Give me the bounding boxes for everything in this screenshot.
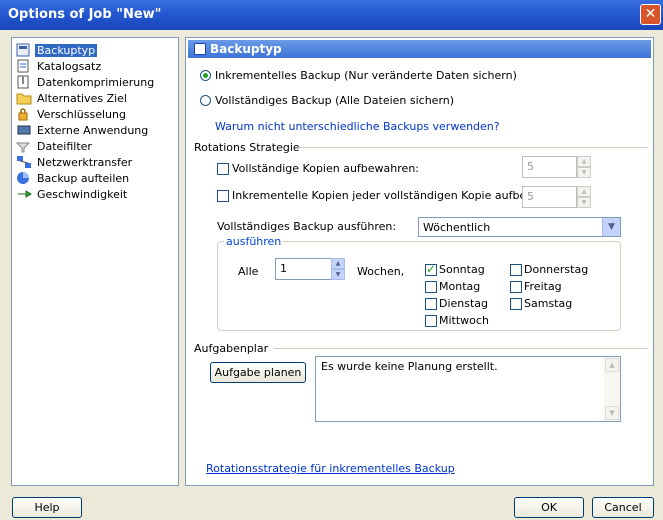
keep-full-input[interactable]: 5 <box>522 156 577 178</box>
scheduler-separator <box>274 348 648 349</box>
tree-item-externe-anwendung[interactable]: Externe Anwendung <box>16 122 150 138</box>
tree-item-label: Alternatives Ziel <box>37 91 127 105</box>
keep-incremental-label: Inkrementelle Kopien jeder vollständigen… <box>232 189 571 202</box>
panel-title: Backuptyp <box>210 42 282 56</box>
tree-item-label: Dateifilter <box>37 139 92 153</box>
network-icon <box>16 155 32 169</box>
tree-item-label: Verschlüsselung <box>37 107 126 121</box>
keep-incremental-stepper[interactable]: ▲ ▼ <box>577 186 591 208</box>
tree-item-katalogsatz[interactable]: Katalogsatz <box>16 58 103 74</box>
rotation-separator <box>298 147 648 148</box>
saturday-label: Samstag <box>524 297 573 310</box>
every-stepper[interactable]: ▲ ▼ <box>331 258 345 280</box>
execute-group: ausführen Alle 1 ▲▼ Wochen, Sonntag Mont… <box>217 235 621 331</box>
keep-incremental-input[interactable]: 5 <box>522 186 577 208</box>
rotation-strategy-title: Rotations Strategie <box>194 141 300 154</box>
compression-icon <box>16 75 32 89</box>
keep-full-stepper[interactable]: ▲ ▼ <box>577 156 591 178</box>
options-dialog: Options of Job "New" ✕ Backuptyp Katalog… <box>0 0 663 520</box>
external-app-icon <box>16 123 32 137</box>
options-tree: Backuptyp Katalogsatz Datenkomprimierung… <box>11 37 179 486</box>
close-icon[interactable]: ✕ <box>640 4 661 25</box>
window-title: Options of Job "New" <box>8 7 162 22</box>
split-icon <box>16 171 32 185</box>
rotation-strategy-link[interactable]: Rotationsstrategie für inkrementelles Ba… <box>206 462 455 475</box>
every-input[interactable]: 1 <box>275 258 332 280</box>
monday-checkbox[interactable] <box>425 281 437 293</box>
tree-item-backuptyp[interactable]: Backuptyp <box>16 42 98 58</box>
cancel-button[interactable]: Cancel <box>592 497 654 518</box>
folder-icon <box>16 91 32 105</box>
radio-incremental-label: Inkrementelles Backup (Nur veränderte Da… <box>215 69 517 82</box>
backup-type-icon <box>194 43 206 55</box>
schedule-info-textarea[interactable]: Es wurde keine Planung erstellt. ▲ ▼ <box>315 356 621 422</box>
weeks-label: Wochen, <box>357 265 405 278</box>
keep-full-checkbox[interactable] <box>217 163 229 175</box>
tree-item-label: Geschwindigkeit <box>37 187 128 201</box>
title-bar: Options of Job "New" ✕ <box>0 0 663 30</box>
tree-item-label: Externe Anwendung <box>37 123 149 137</box>
why-link[interactable]: Warum nicht unterschiedliche Backups ver… <box>215 120 500 133</box>
friday-checkbox[interactable] <box>510 281 522 293</box>
wednesday-checkbox[interactable] <box>425 315 437 327</box>
schedule-info-scrollbar[interactable]: ▲ ▼ <box>604 357 620 421</box>
tree-item-datenkomprimierung[interactable]: Datenkomprimierung <box>16 74 156 90</box>
run-full-select[interactable]: Wöchentlich ▼ <box>418 217 621 237</box>
radio-full-label: Vollständiges Backup (Alle Dateien siche… <box>215 94 455 107</box>
keep-incremental-checkbox[interactable] <box>217 190 229 202</box>
backup-type-icon <box>16 43 32 57</box>
schedule-info-text: Es wurde keine Planung erstellt. <box>321 360 498 373</box>
tree-item-dateifilter[interactable]: Dateifilter <box>15 138 94 154</box>
scroll-down-icon[interactable]: ▼ <box>605 406 619 420</box>
every-label: Alle <box>238 265 259 278</box>
chevron-down-icon[interactable]: ▼ <box>602 218 620 236</box>
tree-item-verschluesselung[interactable]: Verschlüsselung <box>16 106 128 122</box>
keep-full-label: Vollständige Kopien aufbewahren: <box>232 162 419 175</box>
wednesday-label: Mittwoch <box>439 314 489 327</box>
execute-legend: ausführen <box>224 235 284 248</box>
radio-full[interactable] <box>200 95 211 106</box>
tuesday-label: Dienstag <box>439 297 489 310</box>
tree-item-label: Netzwerktransfer <box>37 155 133 169</box>
thursday-checkbox[interactable] <box>510 264 522 276</box>
panel-header: Backuptyp <box>188 40 651 58</box>
sunday-label: Sonntag <box>439 263 485 276</box>
tree-item-geschwindigkeit[interactable]: Geschwindigkeit <box>16 186 129 202</box>
tuesday-checkbox[interactable] <box>425 298 437 310</box>
tree-item-label: Backuptyp <box>35 43 98 57</box>
thursday-label: Donnerstag <box>524 263 589 276</box>
run-full-select-value: Wöchentlich <box>423 221 491 234</box>
monday-label: Montag <box>439 280 481 293</box>
speed-icon <box>16 187 32 201</box>
catalog-icon <box>16 59 32 73</box>
backup-type-panel: Backuptyp Inkrementelles Backup (Nur ver… <box>185 37 654 486</box>
run-full-label: Vollständiges Backup ausführen: <box>217 220 397 233</box>
scheduler-title: Aufgabenplar <box>194 342 269 355</box>
radio-incremental[interactable] <box>200 70 211 81</box>
friday-label: Freitag <box>524 280 562 293</box>
tree-item-netzwerktransfer[interactable]: Netzwerktransfer <box>16 154 134 170</box>
tree-item-backup-aufteilen[interactable]: Backup aufteilen <box>16 170 131 186</box>
tree-item-label: Datenkomprimierung <box>37 75 155 89</box>
tree-item-label: Katalogsatz <box>37 59 102 73</box>
filter-icon <box>15 139 32 153</box>
scroll-up-icon[interactable]: ▲ <box>605 358 619 372</box>
tree-item-label: Backup aufteilen <box>37 171 130 185</box>
schedule-task-button[interactable]: Aufgabe planen <box>210 362 306 383</box>
help-button[interactable]: Help <box>12 497 82 518</box>
sunday-checkbox[interactable] <box>425 262 437 276</box>
lock-icon <box>16 107 32 121</box>
ok-button[interactable]: OK <box>514 497 584 518</box>
saturday-checkbox[interactable] <box>510 298 522 310</box>
tree-item-alternatives-ziel[interactable]: Alternatives Ziel <box>16 90 129 106</box>
